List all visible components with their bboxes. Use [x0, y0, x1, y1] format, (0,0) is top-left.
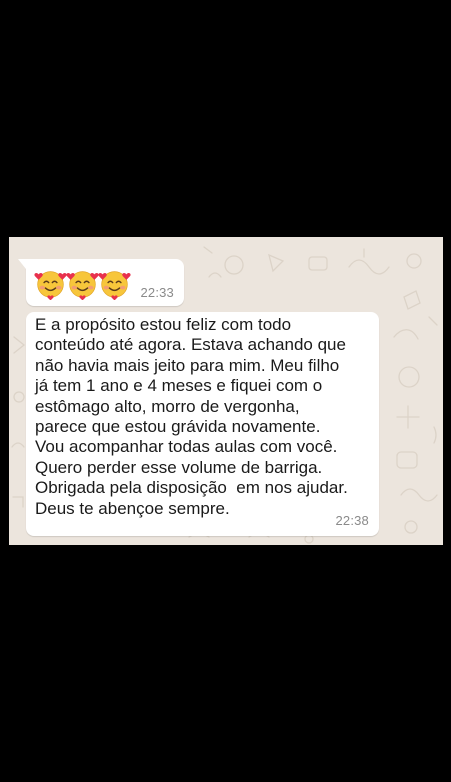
message-line: Vou acompanhar todas aulas com você. — [35, 437, 338, 457]
message-line: E a propósito estou feliz com todo — [35, 315, 292, 334]
smiling-face-with-hearts-icon — [98, 271, 131, 300]
message-timestamp: 22:33 — [140, 285, 174, 300]
bubble-tail — [18, 259, 26, 269]
emoji-row — [34, 267, 131, 300]
chat-conversation-area[interactable]: 22:33 E a propósito estou feliz com todo… — [9, 237, 443, 545]
smiling-face-with-hearts-icon — [66, 271, 99, 300]
message-line: não havia mais jeito para mim. Meu filho — [35, 355, 340, 375]
message-line: Obrigada pela disposição em nos ajudar. — [35, 478, 348, 498]
message-text: E a propósito estou feliz com todo conte… — [35, 315, 377, 519]
message-bubble-text[interactable]: E a propósito estou feliz com todo conte… — [26, 312, 379, 536]
message-line: parece que estou grávida novamente. — [35, 417, 321, 437]
message-timestamp: 22:38 — [335, 513, 369, 528]
message-line: Quero perder esse volume de barriga. — [35, 457, 323, 477]
message-line: Deus te abençoe sempre. — [35, 498, 230, 518]
message-line: já tem 1 ano e 4 meses e fiquei com o — [35, 376, 323, 396]
message-bubble-emoji[interactable]: 22:33 — [18, 259, 184, 306]
smiling-face-with-hearts-icon — [34, 271, 67, 300]
message-line: estômago alto, morro de vergonha, — [35, 396, 300, 416]
message-line: conteúdo até agora. Estava achando que — [35, 335, 346, 355]
